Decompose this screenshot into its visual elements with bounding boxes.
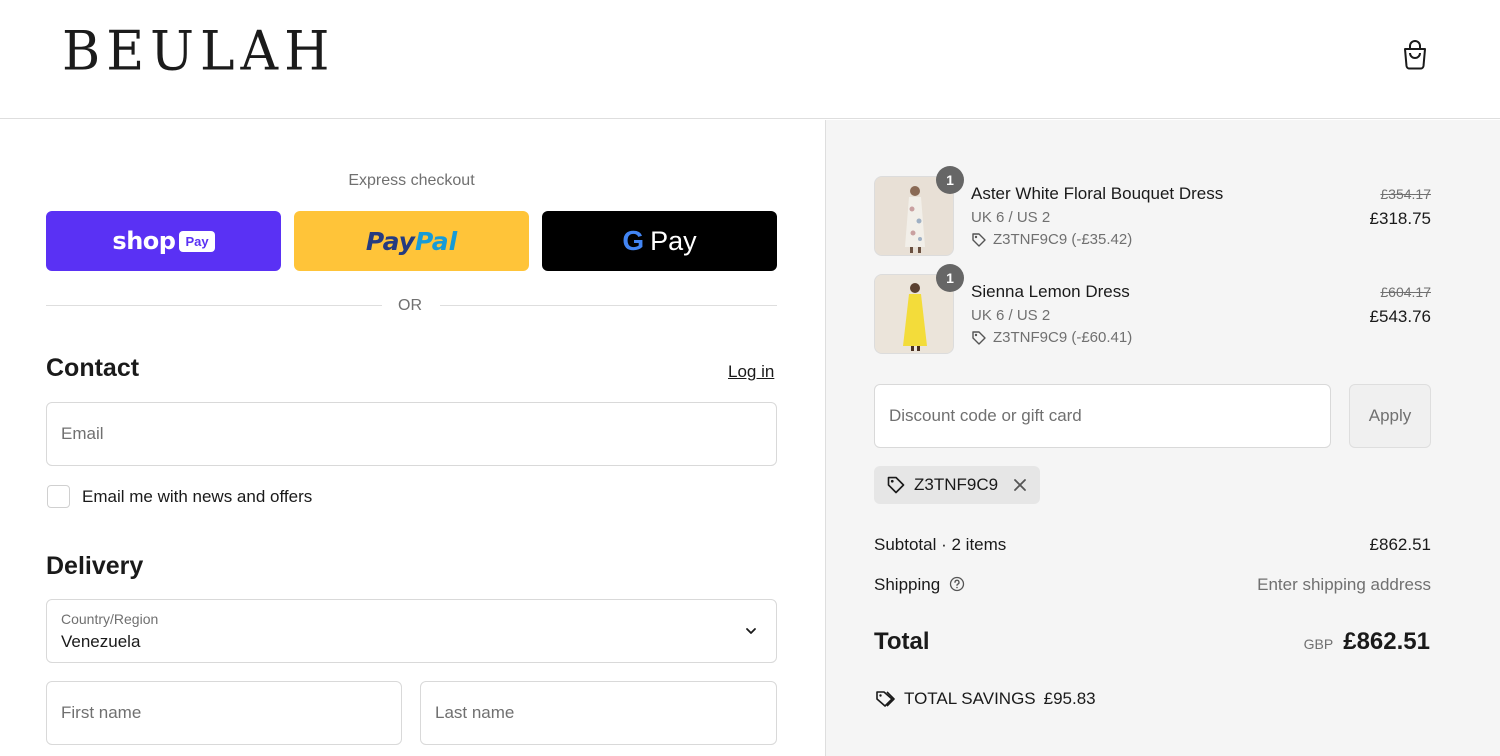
tag-icon: [887, 476, 905, 494]
quantity-badge: 1: [936, 166, 964, 194]
currency-code: GBP: [1303, 636, 1334, 652]
shop-pay-badge: Pay: [179, 230, 215, 252]
savings-value: £95.83: [1043, 689, 1096, 708]
email-input[interactable]: [47, 403, 776, 465]
express-checkout-title: Express checkout: [348, 172, 475, 189]
total-value: £862.51: [1343, 628, 1430, 655]
discount-code-input[interactable]: [875, 385, 1330, 447]
shopping-bag-icon: [1404, 40, 1426, 70]
help-circle-icon[interactable]: [949, 576, 965, 592]
close-icon[interactable]: [1012, 477, 1028, 493]
brand-logo[interactable]: BEULAH: [62, 25, 335, 79]
item-price: £318.75: [1369, 209, 1431, 228]
item-name: Sienna Lemon Dress: [971, 282, 1130, 301]
total-label: Total: [874, 628, 930, 655]
subtotal-row: Subtotal · 2 items £862.51: [874, 535, 1431, 555]
discount-code-field[interactable]: [874, 384, 1331, 448]
last-name-input[interactable]: [421, 682, 776, 744]
email-field[interactable]: [46, 402, 777, 466]
contact-title: Contact: [46, 354, 140, 382]
order-summary: 1 Aster White Floral Bouquet Dress UK 6 …: [825, 120, 1500, 756]
country-value: Venezuela: [61, 632, 141, 651]
tag-icon: [972, 232, 986, 247]
item-name: Aster White Floral Bouquet Dress: [971, 184, 1224, 203]
subtotal-label: Subtotal · 2 items: [874, 535, 1007, 554]
tags-icon: [876, 691, 895, 707]
divider-left: [46, 305, 382, 306]
header: BEULAH: [0, 0, 1500, 119]
delivery-title: Delivery: [46, 552, 144, 580]
subtotal-value: £862.51: [1369, 535, 1431, 554]
order-item: 1 Sienna Lemon Dress UK 6 / US 2 Z3TNF9C…: [874, 264, 1431, 354]
item-variant: UK 6 / US 2: [971, 209, 1051, 226]
divider-right: [440, 305, 777, 306]
shop-pay-word: shop: [112, 227, 176, 255]
item-price: £543.76: [1369, 307, 1431, 326]
applied-code-tag: Z3TNF9C9: [874, 466, 1041, 504]
total-savings: TOTAL SAVINGS £95.83: [874, 688, 1096, 710]
shipping-row: Shipping Enter shipping address: [874, 575, 1431, 595]
shipping-value: Enter shipping address: [1257, 575, 1431, 594]
savings-label: TOTAL SAVINGS: [904, 689, 1036, 708]
first-name-input[interactable]: [47, 682, 401, 744]
country-label: Country/Region: [61, 611, 159, 627]
shipping-label: Shipping: [874, 575, 941, 594]
google-g-icon: G: [622, 225, 645, 256]
item-discount-text: Z3TNF9C9 (-£35.42): [993, 231, 1133, 248]
quantity-badge: 1: [936, 264, 964, 292]
item-variant: UK 6 / US 2: [971, 307, 1051, 324]
newsletter-label: Email me with news and offers: [82, 487, 313, 506]
paypal-button[interactable]: PayPal: [294, 211, 529, 271]
login-link[interactable]: Log in: [728, 362, 774, 382]
item-discount-text: Z3TNF9C9 (-£60.41): [993, 329, 1133, 346]
last-name-field[interactable]: [420, 681, 777, 745]
chevron-down-icon: [746, 628, 756, 634]
first-name-field[interactable]: [46, 681, 402, 745]
original-price: £604.17: [1380, 284, 1431, 300]
google-pay-button[interactable]: G Pay: [542, 211, 777, 271]
paypal-logo: PayPal: [365, 226, 458, 256]
newsletter-checkbox[interactable]: [47, 485, 70, 508]
google-pay-word: Pay: [650, 225, 697, 256]
applied-code-text: Z3TNF9C9: [914, 475, 999, 494]
tag-icon: [972, 330, 986, 345]
total-amount: GBP £862.51: [1304, 628, 1430, 656]
or-divider-text: OR: [398, 297, 422, 314]
country-select[interactable]: Country/Region Venezuela: [46, 599, 777, 663]
order-item: 1 Aster White Floral Bouquet Dress UK 6 …: [874, 166, 1431, 256]
apply-discount-button[interactable]: Apply: [1349, 384, 1431, 448]
shop-pay-button[interactable]: shop Pay: [46, 211, 281, 271]
item-discount: Z3TNF9C9 (-£60.41): [971, 329, 1132, 346]
item-discount: Z3TNF9C9 (-£35.42): [971, 231, 1132, 248]
original-price: £354.17: [1380, 186, 1431, 202]
checkout-form: Express checkout shop Pay PayPal G Pay O…: [0, 120, 825, 756]
cart-button[interactable]: [1400, 38, 1430, 70]
